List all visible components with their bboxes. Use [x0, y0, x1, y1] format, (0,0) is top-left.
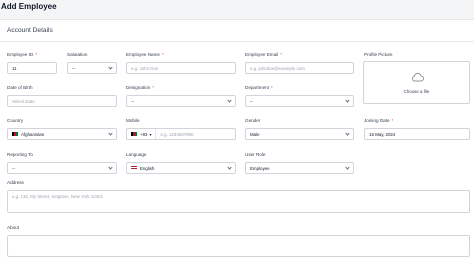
chevron-down-icon	[108, 65, 113, 70]
chevron-down-icon	[345, 131, 350, 136]
employee-id-label: Employee ID *	[7, 52, 38, 57]
mobile-input[interactable]: +93 ▾ e.g. 1234567890	[126, 128, 236, 140]
profile-picture-upload[interactable]: Choose a file	[363, 61, 470, 104]
cloud-upload-icon	[412, 73, 424, 82]
page-title: Add Employee	[1, 2, 57, 11]
employee-email-input[interactable]: e.g. johndoe@example.com	[245, 62, 354, 74]
address-label: Address	[7, 180, 24, 185]
language-select[interactable]: English	[126, 162, 236, 174]
department-label: Department *	[245, 85, 273, 90]
upload-text: Choose a file	[403, 89, 430, 94]
us-flag-icon	[131, 166, 137, 170]
chevron-down-icon: ▾	[149, 131, 152, 137]
joining-date-input[interactable]: 16 May, 2024	[364, 128, 470, 140]
date-of-birth-input[interactable]: Select Date	[7, 95, 117, 107]
chevron-down-icon	[345, 98, 350, 103]
user-role-label: User Role	[245, 152, 266, 157]
user-role-select[interactable]: Employee	[245, 162, 354, 174]
profile-picture-label: Profile Picture	[364, 52, 393, 57]
afghanistan-flag-icon	[131, 132, 137, 136]
about-label: About	[7, 225, 20, 230]
salutation-label: Salutation	[67, 52, 88, 57]
gender-select[interactable]: Male	[245, 128, 354, 140]
reporting-to-label: Reporting To	[7, 152, 33, 157]
chevron-down-icon	[108, 131, 113, 136]
designation-label: Designation *	[126, 85, 155, 90]
country-select[interactable]: Afghanistan	[7, 128, 117, 140]
joining-date-label: Joining Date *	[364, 118, 394, 123]
address-textarea[interactable]: e.g. 132, My Street, Kingston, New York …	[7, 190, 470, 213]
reporting-to-select[interactable]: --	[7, 162, 117, 174]
mobile-code-select[interactable]: +93 ▾	[131, 129, 157, 139]
chevron-down-icon	[108, 165, 113, 170]
section-title: Account Details	[7, 27, 53, 34]
designation-select[interactable]: --	[126, 95, 236, 107]
date-of-birth-label: Date of Birth	[7, 85, 33, 90]
employee-email-label: Employee Email *	[245, 52, 282, 57]
salutation-select[interactable]: --	[67, 62, 117, 74]
employee-name-input[interactable]: e.g. John Doe	[126, 62, 236, 74]
section-divider	[0, 41, 474, 42]
department-select[interactable]: --	[245, 95, 354, 107]
mobile-label: Mobile	[126, 118, 140, 123]
employee-name-label: Employee Name *	[126, 52, 164, 57]
about-textarea[interactable]	[7, 235, 470, 257]
chevron-down-icon	[227, 98, 232, 103]
chevron-down-icon	[345, 165, 350, 170]
page-header: Add Employee	[0, 0, 474, 18]
language-label: Language	[126, 152, 147, 157]
chevron-down-icon	[227, 165, 232, 170]
afghanistan-flag-icon	[12, 132, 18, 136]
country-label: Country	[7, 118, 24, 123]
gender-label: Gender	[245, 118, 261, 123]
employee-id-input[interactable]: 11	[7, 62, 57, 74]
